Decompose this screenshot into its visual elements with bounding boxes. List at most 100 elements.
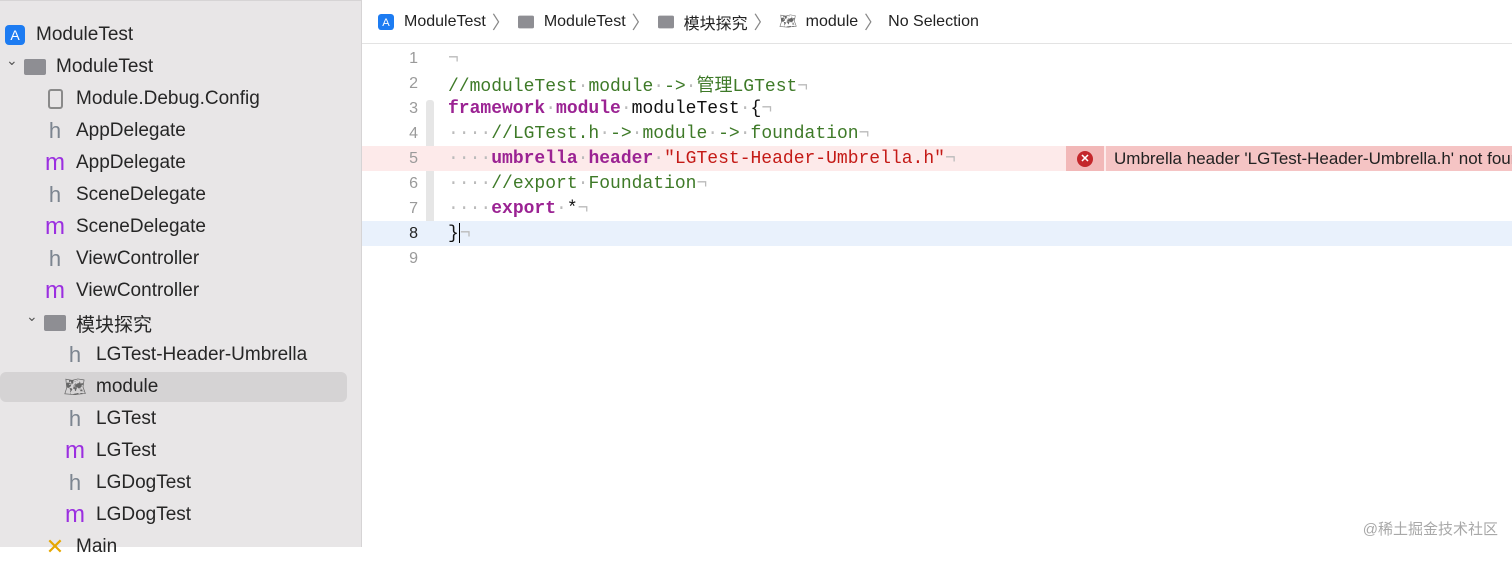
navigator-item[interactable]: h LGTest-Header-Umbrella [0, 340, 307, 370]
navigator-item-label: AppDelegate [76, 120, 186, 141]
navigator-item[interactable]: ✕ Main [0, 532, 117, 562]
objc-file-icon: m [45, 149, 65, 176]
code-token: //LGTest.h [491, 123, 600, 144]
code-token: //export [491, 173, 578, 194]
breadcrumb: A ModuleTest 〉 ModuleTest 〉模块探究〉 🗺 module 〉 No S… [362, 0, 1512, 44]
navigator-item[interactable]: ⌄ ModuleTest [0, 52, 153, 82]
navigator-item[interactable]: m LGDogTest [0, 500, 191, 530]
code-token: -> [664, 76, 686, 97]
code-token: · [707, 123, 719, 144]
folder-icon [22, 59, 48, 75]
code-token: -> [610, 123, 632, 144]
code-token: foundation [750, 123, 859, 144]
modulemap-icon: 🗺 [63, 376, 87, 397]
navigator-item[interactable]: m SceneDelegate [0, 212, 206, 242]
code-editor[interactable]: 1 ¬ 2//moduleTest·module·->·管理LGTest¬ 3 fram… [362, 45, 1512, 547]
chevron-right-icon: 〉 [864, 12, 883, 33]
navigator-item-label: module [96, 376, 159, 397]
code-token: //moduleTest [448, 76, 578, 97]
navigator-item-label: LGTest [96, 440, 157, 461]
navigator-item[interactable]: m AppDelegate [0, 148, 186, 178]
navigator-item-label: LGDogTest [96, 472, 192, 493]
navigator-item-label: LGTest [96, 408, 157, 429]
header-file-icon: h [48, 118, 62, 143]
code-token: ···· [448, 198, 492, 219]
code-line[interactable]: 9 [362, 246, 1512, 271]
modulemap-icon: 🗺 [778, 13, 797, 30]
navigator-item-label: SceneDelegate [76, 216, 206, 237]
navigator-item-label: AppDelegate [76, 152, 186, 173]
breadcrumb-item[interactable]: ModuleTest [544, 13, 626, 31]
code-token: ¬ [577, 198, 589, 219]
code-line[interactable]: 6 ····//export·Foundation¬ [362, 171, 1512, 196]
code-token: · [599, 123, 611, 144]
line-number: 3 [409, 99, 418, 117]
config-file-icon [42, 89, 68, 109]
navigator-item-label: Module.Debug.Config [76, 88, 260, 109]
navigator-item-label: ViewController [76, 248, 200, 269]
code-token: 管理LGTest [696, 76, 798, 97]
code-token: · [739, 98, 751, 119]
code-token: · [545, 98, 557, 119]
objc-file-icon: m [65, 437, 85, 464]
code-token: · [653, 76, 665, 97]
breadcrumb-item[interactable]: module [806, 13, 858, 31]
folder-icon [657, 15, 674, 28]
error-icon[interactable]: ✕ [1066, 146, 1104, 171]
navigator-item[interactable]: h SceneDelegate [0, 180, 206, 210]
watermark: @稀土掘金技术社区 [1362, 521, 1498, 538]
code-token: ···· [448, 148, 492, 169]
line-number: 2 [409, 74, 418, 92]
code-token: · [620, 98, 632, 119]
navigator-item[interactable]: ⌄ 模块探究 [0, 308, 152, 338]
code-token: · [739, 123, 751, 144]
app-icon: A [2, 25, 28, 45]
code-token: · [631, 123, 643, 144]
line-number: 5 [409, 149, 418, 167]
code-line[interactable]: 7 ····export·*¬ [362, 196, 1512, 221]
code-token: export [491, 198, 557, 219]
code-token: "LGTest-Header-Umbrella.h" [664, 148, 945, 169]
header-file-icon: h [68, 406, 82, 431]
code-token: · [577, 148, 589, 169]
code-token: moduleTest [631, 98, 740, 119]
code-token: ¬ [448, 48, 459, 69]
code-token: ¬ [761, 98, 773, 119]
chevron-down-icon[interactable]: ⌄ [6, 52, 18, 69]
code-line[interactable]: 3 framework·module·moduleTest·{¬ [362, 96, 1512, 121]
line-number: 8 [409, 224, 418, 242]
navigator-item[interactable]: m ViewController [0, 276, 199, 306]
error-annotation[interactable]: ✕ Umbrella header 'LGTest-Header-Umbrella… [1066, 146, 1512, 171]
code-token: module [556, 98, 621, 119]
navigator-item[interactable]: h LGTest [0, 404, 156, 434]
breadcrumb-item[interactable]: ModuleTest [404, 13, 486, 31]
navigator-item-label: ModuleTest [36, 24, 134, 45]
objc-file-icon: m [45, 213, 65, 240]
navigator-item[interactable]: 🗺 module [0, 372, 347, 402]
code-line[interactable]: 1 ¬ [362, 46, 1512, 71]
navigator-item-label: SceneDelegate [76, 184, 206, 205]
folder-icon [517, 15, 534, 28]
code-token: * [566, 198, 578, 219]
navigator-item[interactable]: h AppDelegate [0, 116, 186, 146]
navigator-item[interactable]: h LGDogTest [0, 468, 191, 498]
chevron-down-icon[interactable]: ⌄ [26, 308, 38, 325]
navigator-item-label: ViewController [76, 280, 200, 301]
code-token: ¬ [797, 76, 809, 97]
navigator-item[interactable]: Module.Debug.Config [0, 84, 260, 114]
breadcrumb-item[interactable]: 模块探究 [684, 10, 748, 34]
objc-file-icon: m [65, 501, 85, 528]
project-navigator: A ModuleTest ⌄ ModuleTest Module.Debug.Confi… [0, 0, 362, 559]
code-token: ···· [448, 173, 492, 194]
code-token: } [448, 223, 459, 244]
code-line[interactable]: 2//moduleTest·module·->·管理LGTest¬ [362, 71, 1512, 97]
code-line[interactable]: 4 ····//LGTest.h·->·module·->·foundation¬ [362, 121, 1512, 146]
code-line[interactable]: 5 ····umbrella·header·"LGTest-Header-Umbr… [362, 146, 1512, 171]
folder-icon [42, 315, 68, 331]
navigator-item[interactable]: m LGTest [0, 436, 156, 466]
navigator-item[interactable]: A ModuleTest [0, 20, 133, 50]
breadcrumb-item[interactable]: No Selection [888, 13, 979, 31]
navigator-item[interactable]: h ViewController [0, 244, 199, 274]
code-token: · [577, 173, 589, 194]
code-line[interactable]: 8}¬ [362, 221, 1512, 246]
